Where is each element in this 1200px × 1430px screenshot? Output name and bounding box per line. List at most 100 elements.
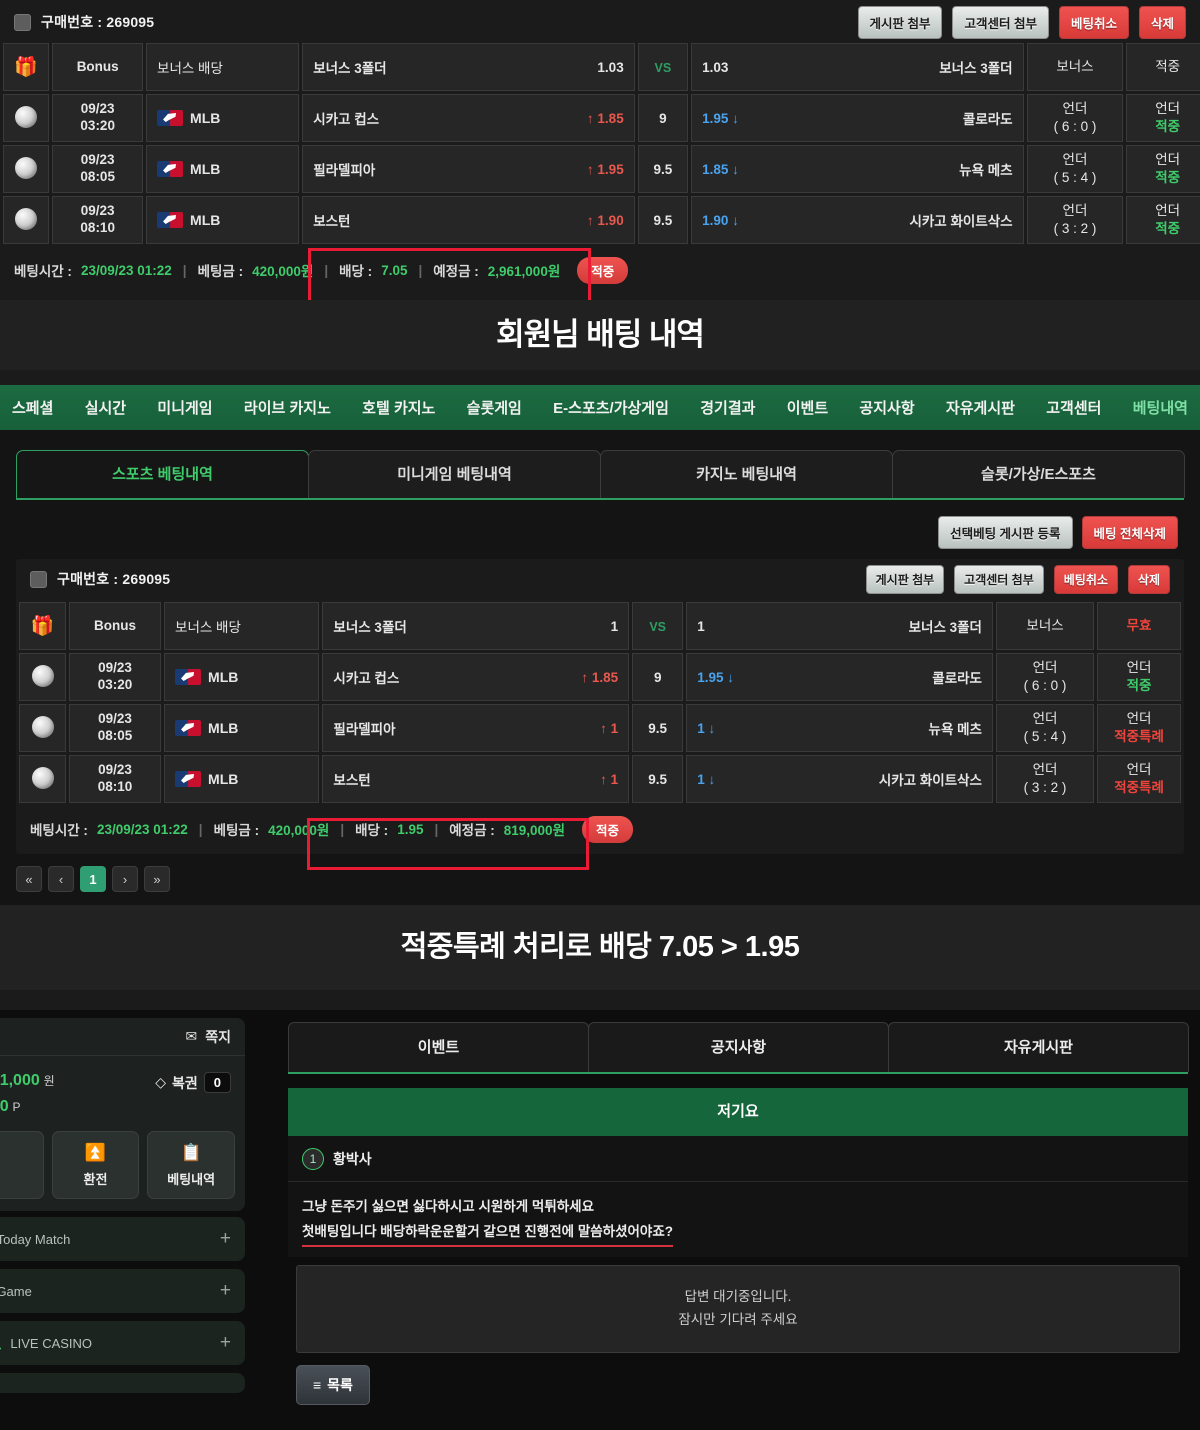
page-next-button[interactable]: › bbox=[112, 866, 138, 892]
mid-bet-block: 구매번호 : 269095 게시판 첨부 고객센터 첨부 베팅취소 삭제 🎁 B… bbox=[16, 559, 1184, 854]
tab-notice[interactable]: 공지사항 bbox=[588, 1022, 889, 1072]
nav-item-special[interactable]: 스페셜 bbox=[8, 397, 57, 418]
nav-item-minigame[interactable]: 미니게임 bbox=[153, 397, 216, 418]
user-sidebar: 사 ✉ 쪽지 : 2,961,000 원 : 4,200 P ◇ 복권 0 bbox=[0, 1010, 253, 1430]
odds-label: 배당 : bbox=[355, 823, 389, 838]
nav-item-slot[interactable]: 슬롯게임 bbox=[463, 397, 526, 418]
plus-icon[interactable]: + bbox=[220, 1332, 231, 1354]
table-row: 09/23 03:20 MLB 시카고 컵스 ↑ 1.85 9 1.95 ↓ 콜… bbox=[3, 94, 1200, 142]
home-pick-cell[interactable]: 보스턴 ↑ 1 bbox=[322, 755, 630, 803]
attach-support-button[interactable]: 고객센터 첨부 bbox=[954, 564, 1044, 594]
attach-board-button[interactable]: 게시판 첨부 bbox=[865, 564, 945, 594]
away-pick-cell[interactable]: 1.90 ↓ 시카고 화이트삭스 bbox=[691, 196, 1024, 244]
tab-event[interactable]: 이벤트 bbox=[288, 1022, 589, 1072]
nav-item-support[interactable]: 고객센터 bbox=[1042, 397, 1105, 418]
page-last-button[interactable]: » bbox=[144, 866, 170, 892]
bonus-label-cell: Bonus bbox=[69, 602, 162, 650]
result-cell: 언더 ( 5 : 4 ) bbox=[1026, 145, 1124, 193]
tab-minigame-bet-history[interactable]: 미니게임 베팅내역 bbox=[308, 450, 601, 498]
home-team-name: 시카고 컵스 bbox=[313, 112, 380, 127]
match-clock: 08:10 bbox=[97, 779, 133, 794]
page-number-1[interactable]: 1 bbox=[80, 866, 106, 892]
gift-icon: 🎁 bbox=[30, 616, 55, 637]
delete-bet-button[interactable]: 삭제 bbox=[1127, 564, 1170, 594]
match-time-cell: 09/23 08:05 bbox=[52, 145, 144, 193]
result-cell: 언더 ( 5 : 4 ) bbox=[995, 704, 1095, 752]
away-pick-cell[interactable]: 1.85 ↓ 뉴욕 메츠 bbox=[691, 145, 1024, 193]
plus-icon[interactable]: + bbox=[220, 1228, 231, 1250]
match-time-cell: 09/23 03:20 bbox=[69, 653, 162, 701]
table-row: 09/23 08:10 MLB 보스턴 ↑ 1.90 9.5 1.90 ↓ 시카… bbox=[3, 196, 1200, 244]
status-main: 언더 bbox=[1126, 762, 1152, 778]
action-bet-history-button[interactable]: 📋 베팅내역 bbox=[147, 1131, 236, 1200]
tab-free-board[interactable]: 자유게시판 bbox=[888, 1022, 1189, 1072]
tab-slot-virtual-esports[interactable]: 슬롯/가상/E스포츠 bbox=[892, 450, 1185, 498]
balance-row: : 2,961,000 원 : 4,200 P ◇ 복권 0 bbox=[0, 1056, 245, 1125]
delete-all-bets-button[interactable]: 베팅 전체삭제 bbox=[1081, 516, 1178, 549]
author-name: 황박사 bbox=[333, 1150, 372, 1167]
nav-item-results[interactable]: 경기결과 bbox=[696, 397, 759, 418]
sidebar-item-live-casino[interactable]: 카지노 LIVE CASINO + bbox=[0, 1321, 245, 1366]
status-badge: 적중 bbox=[577, 256, 629, 284]
purchase-number: 구매번호 : 269095 bbox=[41, 14, 155, 30]
home-pick-cell[interactable]: 필라델피아 ↑ 1 bbox=[322, 704, 630, 752]
match-date: 09/23 bbox=[80, 101, 115, 117]
away-pick-cell[interactable]: 1 ↓ 시카고 화이트삭스 bbox=[686, 755, 993, 803]
sport-icon-cell bbox=[3, 145, 50, 193]
lottery-info[interactable]: ◇ 복권 0 bbox=[155, 1068, 231, 1093]
status-cell: 언더 적중 bbox=[1126, 145, 1200, 193]
attach-board-button[interactable]: 게시판 첨부 bbox=[857, 5, 943, 39]
nav-item-bet-history[interactable]: 베팅내역 bbox=[1129, 397, 1192, 418]
away-odds: 1.95 ↓ bbox=[697, 669, 735, 685]
status-cell: 언더 적중 bbox=[1126, 196, 1200, 244]
nav-item-live[interactable]: 실시간 bbox=[81, 397, 130, 418]
home-pick-cell[interactable]: 시카고 컵스 ↑ 1.85 bbox=[302, 94, 635, 142]
select-checkbox[interactable] bbox=[14, 13, 31, 31]
cancel-bet-button[interactable]: 베팅취소 bbox=[1053, 564, 1118, 594]
away-pick-cell[interactable]: 1.03 보너스 3폴더 bbox=[691, 43, 1024, 91]
nav-item-notice[interactable]: 공지사항 bbox=[855, 397, 918, 418]
select-checkbox[interactable] bbox=[30, 570, 47, 588]
sidebar-item-today-match[interactable]: 경기 Today Match + bbox=[0, 1217, 245, 1262]
home-team-name: 보스턴 bbox=[333, 773, 371, 788]
sidebar-item-mini-game[interactable]: Mini Game + bbox=[0, 1269, 245, 1314]
answer-line-1: 답변 대기중입니다. bbox=[684, 1289, 792, 1304]
away-pick-cell[interactable]: 1 ↓ 뉴욕 메츠 bbox=[686, 704, 993, 752]
away-pick-cell[interactable]: 1.95 ↓ 콜로라도 bbox=[686, 653, 993, 701]
handicap-cell: 9 bbox=[632, 653, 684, 701]
plus-icon[interactable]: + bbox=[220, 1280, 231, 1302]
action-withdraw-button[interactable]: ⏫ 환전 bbox=[51, 1131, 140, 1200]
sidebar-item-partial[interactable] bbox=[0, 1373, 245, 1394]
away-pick-cell[interactable]: 1.95 ↓ 콜로라도 bbox=[691, 94, 1024, 142]
nav-item-live-casino[interactable]: 라이브 카지노 bbox=[240, 397, 335, 418]
nav-item-hotel-casino[interactable]: 호텔 카지노 bbox=[358, 397, 439, 418]
page-first-button[interactable]: « bbox=[16, 866, 42, 892]
attach-support-button[interactable]: 고객센터 첨부 bbox=[952, 5, 1049, 39]
nav-item-esports[interactable]: E-스포츠/가상게임 bbox=[549, 397, 673, 418]
bet-history-tabs: 스포츠 베팅내역 미니게임 베팅내역 카지노 베팅내역 슬롯/가상/E스포츠 bbox=[16, 450, 1185, 500]
result-score: ( 6 : 0 ) bbox=[1053, 119, 1097, 134]
nav-item-event[interactable]: 이벤트 bbox=[783, 397, 832, 418]
away-pick-cell[interactable]: 1 보너스 3폴더 bbox=[686, 602, 993, 650]
home-pick-cell[interactable]: 시카고 컵스 ↑ 1.85 bbox=[322, 653, 630, 701]
page-prev-button[interactable]: ‹ bbox=[48, 866, 74, 892]
result-main: 언더 bbox=[1032, 711, 1058, 727]
home-pick-cell[interactable]: 보스턴 ↑ 1.90 bbox=[302, 196, 635, 244]
home-pick-cell[interactable]: 보너스 3폴더 1.03 bbox=[302, 43, 635, 91]
away-odds: 1.90 ↓ bbox=[702, 212, 739, 228]
away-odds: 1 ↓ bbox=[697, 720, 716, 736]
register-selected-bet-button[interactable]: 선택베팅 게시판 등록 bbox=[938, 516, 1073, 549]
home-pick-cell[interactable]: 필라델피아 ↑ 1.95 bbox=[302, 145, 635, 193]
clipboard-icon: 📋 bbox=[180, 1142, 202, 1162]
tab-sports-bet-history[interactable]: 스포츠 베팅내역 bbox=[16, 450, 309, 498]
league-name: MLB bbox=[208, 720, 239, 736]
nav-item-free-board[interactable]: 자유게시판 bbox=[942, 397, 1019, 418]
handicap-cell: 9.5 bbox=[632, 755, 684, 803]
delete-bet-button[interactable]: 삭제 bbox=[1138, 5, 1186, 39]
note-label[interactable]: 쪽지 bbox=[205, 1027, 231, 1047]
home-pick-cell[interactable]: 보너스 3폴더 1 bbox=[322, 602, 630, 650]
cancel-bet-button[interactable]: 베팅취소 bbox=[1058, 5, 1129, 39]
list-button[interactable]: ≡ 목록 bbox=[296, 1364, 370, 1405]
action-deposit-button[interactable] bbox=[0, 1131, 44, 1200]
tab-casino-bet-history[interactable]: 카지노 베팅내역 bbox=[600, 450, 893, 498]
